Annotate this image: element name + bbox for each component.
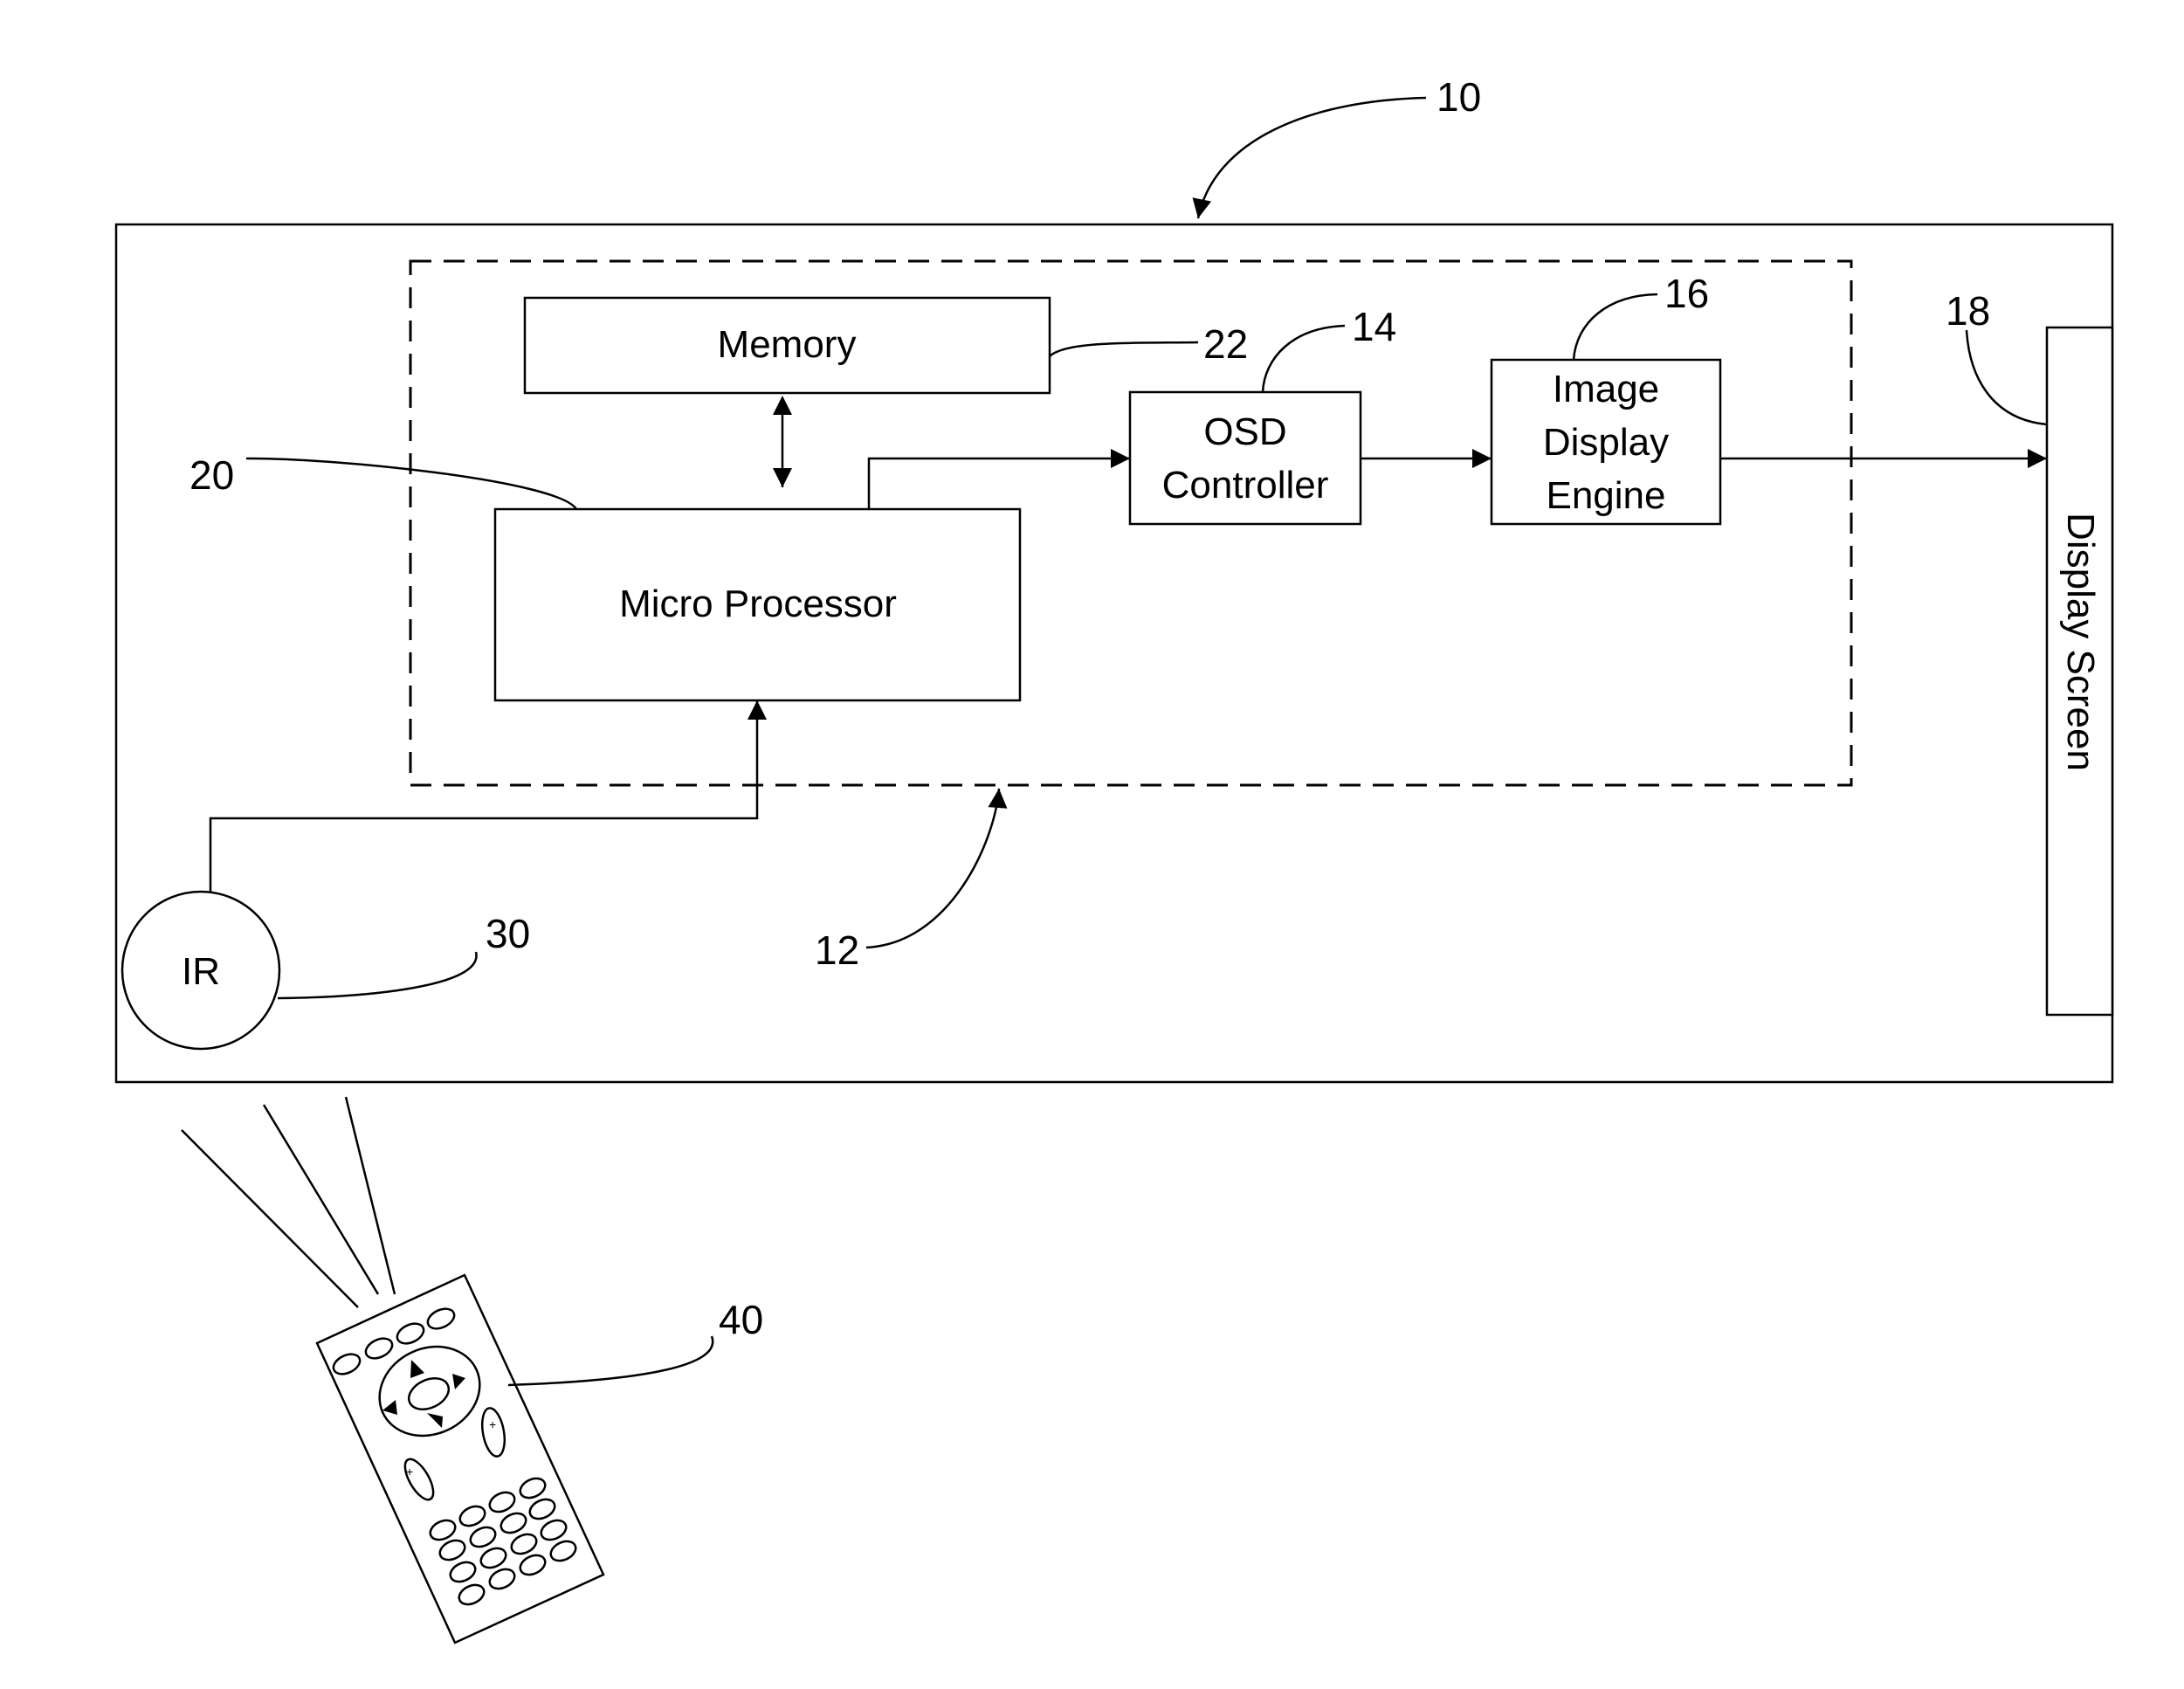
ir-ray-2 <box>262 1104 380 1295</box>
ref-10-label: 10 <box>1436 74 1481 120</box>
ref-12-label: 12 <box>815 927 859 973</box>
ide-label-line1: Image <box>1553 368 1659 410</box>
memory-label: Memory <box>718 323 857 366</box>
ref-40-leader <box>507 1335 714 1387</box>
ref-30-label: 30 <box>486 911 530 956</box>
block-diagram: 10 12 Memory 22 Micro Processor 20 OSD C… <box>114 74 2114 1644</box>
television-housing <box>114 223 2114 1084</box>
ref-22-label: 22 <box>1203 321 1248 367</box>
osd-label-line1: OSD <box>1203 410 1286 453</box>
ref-10-leader <box>1192 96 1427 219</box>
remote-body <box>315 1273 605 1644</box>
remote-plus-icon: + <box>489 1417 496 1431</box>
remote-control: + + <box>315 1273 605 1644</box>
ref-18-label: 18 <box>1946 288 1990 334</box>
ir-ray-3 <box>344 1096 396 1295</box>
display-screen-label: Display Screen <box>2059 513 2102 771</box>
ref-16-label: 16 <box>1664 271 1709 316</box>
remote-plus-icon: + <box>406 1465 413 1479</box>
ref-40-label: 40 <box>719 1297 763 1342</box>
ide-label-line2: Display <box>1543 421 1669 464</box>
micro-processor-label: Micro Processor <box>619 583 897 625</box>
ref-14-label: 14 <box>1352 304 1396 349</box>
ref-20-label: 20 <box>189 452 234 498</box>
ir-label: IR <box>182 950 220 993</box>
ide-label-line3: Engine <box>1546 474 1665 517</box>
osd-label-line2: Controller <box>1162 464 1329 507</box>
